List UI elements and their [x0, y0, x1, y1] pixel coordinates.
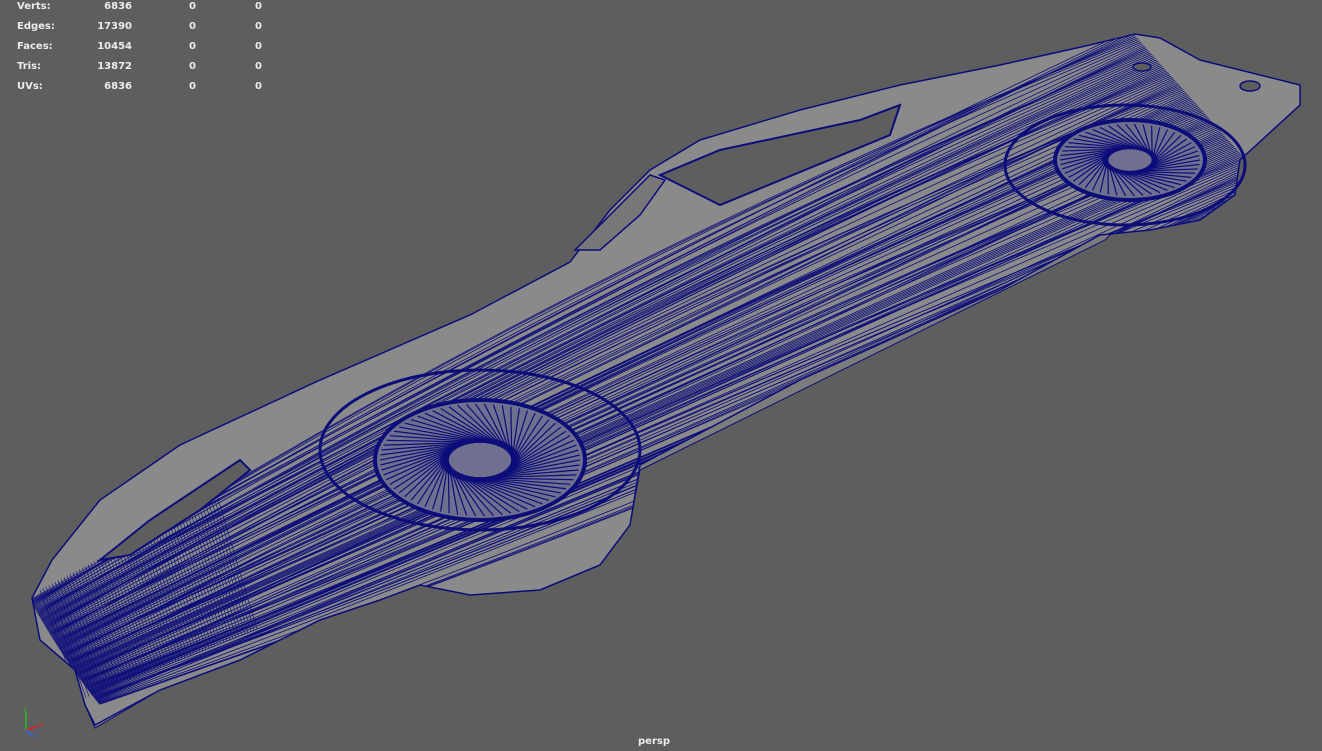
hud-component-value: 0 — [255, 1, 262, 12]
hud-selected-value: 0 — [189, 41, 196, 52]
hud-label: UVs: — [17, 81, 43, 92]
hud-label: Faces: — [17, 41, 53, 52]
hud-row-edges: Edges: 17390 0 0 — [0, 20, 280, 40]
hud-row-tris: Tris: 13872 0 0 — [0, 60, 280, 80]
hud-label: Edges: — [17, 21, 55, 32]
viewport-persp[interactable]: Verts: 6836 0 0 Edges: 17390 0 0 Faces: … — [0, 0, 1322, 751]
hud-total-value: 17390 — [97, 21, 132, 32]
hud-selected-value: 0 — [189, 21, 196, 32]
camera-name-label: persp — [638, 736, 670, 747]
z-axis-line — [25, 729, 33, 737]
hud-selected-value: 0 — [189, 1, 196, 12]
hud-selected-value: 0 — [189, 81, 196, 92]
hud-row-uvs: UVs: 6836 0 0 — [0, 80, 280, 100]
x-axis-line — [25, 725, 39, 731]
x-axis-label: x — [39, 721, 43, 729]
wire-edge — [49, 82, 1178, 634]
hud-total-value: 6836 — [104, 1, 132, 12]
hud-component-value: 0 — [255, 21, 262, 32]
hud-row-verts: Verts: 6836 0 0 — [0, 0, 280, 20]
rear-hole-left — [1132, 62, 1152, 72]
front-wheel — [373, 398, 587, 522]
hud-total-value: 13872 — [97, 61, 132, 72]
hud-total-value: 6836 — [104, 81, 132, 92]
hud-selected-value: 0 — [189, 61, 196, 72]
y-axis-label: y — [23, 705, 27, 713]
z-axis-label: z — [34, 731, 38, 738]
wireframe-car-mesh[interactable] — [0, 0, 1322, 751]
hud-component-value: 0 — [255, 41, 262, 52]
poly-count-hud: Verts: 6836 0 0 Edges: 17390 0 0 Faces: … — [0, 0, 280, 100]
hud-label: Verts: — [17, 1, 51, 12]
hud-row-faces: Faces: 10454 0 0 — [0, 40, 280, 60]
hud-total-value: 10454 — [97, 41, 132, 52]
hud-component-value: 0 — [255, 81, 262, 92]
rear-hole-right — [1239, 80, 1261, 92]
hud-component-value: 0 — [255, 61, 262, 72]
hud-label: Tris: — [17, 61, 42, 72]
axis-gizmo: y x z — [23, 705, 43, 738]
